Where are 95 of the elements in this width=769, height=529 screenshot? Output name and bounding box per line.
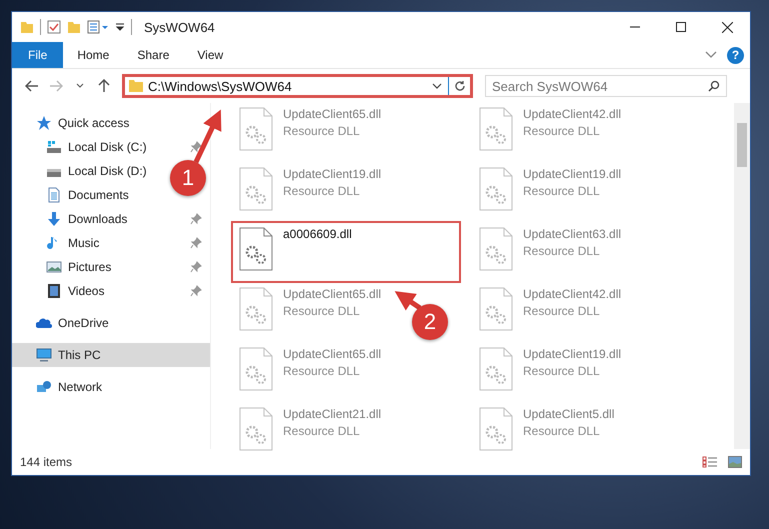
settings-file-icon	[479, 407, 513, 451]
file-name: UpdateClient19.dll	[523, 167, 622, 181]
help-button[interactable]: ?	[727, 46, 744, 64]
star-icon	[36, 115, 52, 131]
nav-item[interactable]: Local Disk (C:)	[12, 135, 210, 159]
file-name: UpdateClient65.dll	[283, 287, 382, 301]
file-item[interactable]: UpdateClient65.dll Resource DLL	[233, 343, 405, 401]
file-type: Resource DLL	[283, 304, 361, 318]
window-title: SysWOW64	[144, 20, 215, 34]
file-item[interactable]: UpdateClient19.dll Resource DLL	[473, 343, 645, 401]
maximize-icon	[676, 22, 686, 32]
checklist-icon[interactable]	[47, 20, 61, 34]
document-icon	[46, 187, 62, 203]
file-item[interactable]: UpdateClient63.dll Resource DLL	[473, 223, 645, 281]
nav-item[interactable]: Network	[12, 375, 110, 399]
settings-file-icon	[239, 107, 273, 151]
file-type: Resource DLL	[283, 124, 361, 138]
address-bar[interactable]: C:\Windows\SysWOW64	[122, 74, 473, 98]
file-type: Resource DLL	[283, 184, 361, 198]
nav-item[interactable]: This PC	[12, 343, 210, 367]
address-path: C:\Windows\SysWOW64	[148, 78, 293, 94]
file-item[interactable]: UpdateClient19.dll Resource DLL	[233, 163, 405, 221]
nav-item[interactable]: Downloads	[12, 207, 210, 231]
refresh-icon	[454, 80, 466, 92]
file-item[interactable]: UpdateClient65.dll Resource DLL	[233, 103, 405, 161]
file-type: Resource DLL	[523, 124, 601, 138]
file-type: Resource DLL	[523, 424, 601, 438]
file-name: UpdateClient19.dll	[523, 347, 622, 361]
drive-icon	[46, 139, 62, 155]
scrollbar[interactable]	[734, 103, 750, 449]
ribbon-tab[interactable]: View	[183, 42, 238, 68]
file-type: Resource DLL	[523, 184, 601, 198]
file-item[interactable]: UpdateClient5.dll Resource DLL	[473, 403, 645, 461]
file-type: Resource DLL	[523, 244, 601, 258]
file-name: UpdateClient42.dll	[523, 107, 622, 121]
download-arrow-icon	[46, 211, 62, 227]
file-item[interactable]: UpdateClient21.dll Resource DLL	[233, 403, 405, 461]
ribbon-tab[interactable]: Share	[123, 42, 184, 68]
nav-item[interactable]: Documents	[12, 183, 137, 207]
details-view-icon[interactable]	[702, 456, 718, 468]
settings-file-icon	[239, 407, 273, 451]
scrollbar-thumb[interactable]	[737, 123, 747, 167]
monitor-icon	[36, 347, 52, 363]
settings-file-icon	[479, 107, 513, 151]
settings-file-icon	[239, 287, 273, 331]
file-name: UpdateClient42.dll	[523, 287, 622, 301]
settings-file-icon	[479, 287, 513, 331]
settings-file-icon	[239, 167, 273, 211]
ribbon-tab[interactable]: Home	[63, 42, 124, 68]
annotation-arrow	[394, 291, 422, 311]
chevron-down-icon	[76, 83, 84, 89]
folder-icon	[128, 79, 144, 93]
file-item[interactable]: UpdateClient42.dll Resource DLL	[473, 283, 645, 341]
file-type: Resource DLL	[523, 304, 601, 318]
file-name: UpdateClient5.dll	[523, 407, 614, 421]
close-icon	[722, 22, 732, 32]
settings-file-icon	[479, 347, 513, 391]
file-type: Resource DLL	[283, 424, 361, 438]
file-name: UpdateClient65.dll	[283, 107, 382, 121]
settings-file-icon	[239, 227, 273, 271]
settings-file-icon	[239, 347, 273, 391]
file-item[interactable]: UpdateClient42.dll Resource DLL	[473, 103, 645, 161]
search-icon	[708, 80, 720, 92]
network-icon	[36, 379, 52, 395]
file-item[interactable]: a0006609.dll	[233, 223, 459, 281]
nav-item[interactable]: OneDrive	[12, 311, 117, 335]
item-count: 144 items	[20, 455, 72, 469]
nav-item[interactable]: Quick access	[12, 111, 138, 135]
nav-item[interactable]: Pictures	[12, 255, 210, 279]
settings-file-icon	[479, 167, 513, 211]
back-arrow-icon	[25, 80, 39, 92]
file-type: Resource DLL	[523, 364, 601, 378]
file-type: Resource DLL	[283, 364, 361, 378]
search-field[interactable]: Search SysWOW64	[485, 75, 727, 97]
film-icon	[46, 283, 62, 299]
nav-item[interactable]: Music	[12, 231, 210, 255]
up-arrow-icon	[98, 79, 110, 93]
file-item[interactable]: UpdateClient65.dll Resource DLL	[233, 283, 405, 341]
file-menu-button[interactable]: File	[12, 42, 64, 68]
file-item[interactable]: UpdateClient19.dll Resource DLL	[473, 163, 645, 221]
annotation-arrow	[194, 110, 222, 164]
settings-file-icon	[479, 227, 513, 271]
file-name: UpdateClient63.dll	[523, 227, 622, 241]
file-name: UpdateClient21.dll	[283, 407, 382, 421]
file-name: UpdateClient19.dll	[283, 167, 382, 181]
file-name: UpdateClient65.dll	[283, 347, 382, 361]
file-name: a0006609.dll	[283, 227, 352, 241]
chevron-down-icon[interactable]	[705, 51, 717, 59]
nav-item[interactable]: Videos	[12, 279, 210, 303]
dropdown-icon[interactable]	[432, 83, 442, 89]
picture-icon	[46, 259, 62, 275]
forward-arrow-icon	[49, 80, 63, 92]
dropdown-icon[interactable]	[115, 22, 125, 32]
properties-icon[interactable]	[87, 20, 109, 34]
nav-item[interactable]: Local Disk (D:)	[12, 159, 155, 183]
